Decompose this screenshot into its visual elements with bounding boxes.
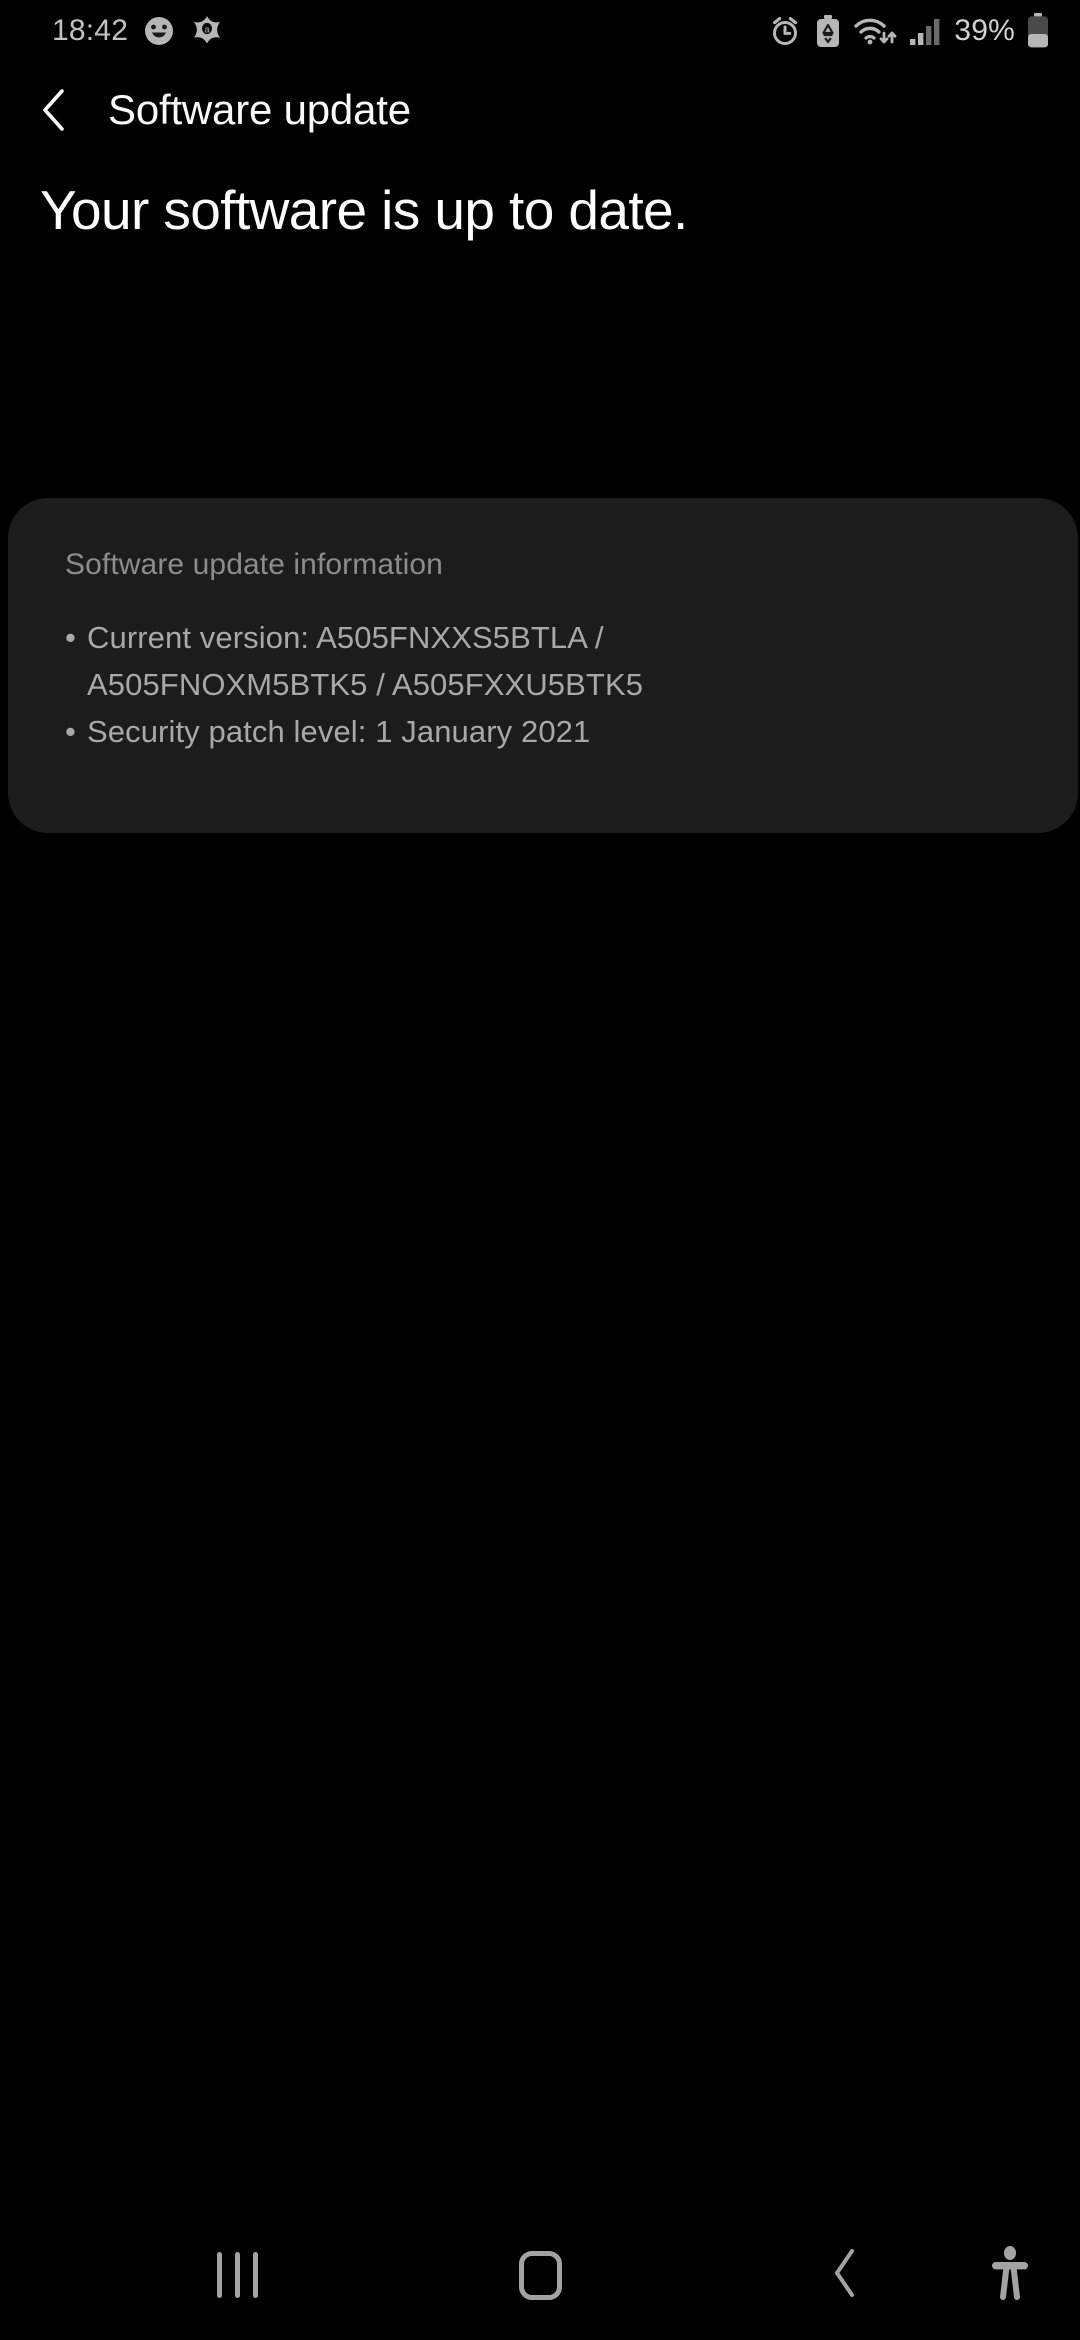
headline-status-message: Your software is up to date. (40, 179, 688, 241)
app-bar: Software update (0, 62, 1080, 158)
system-navigation-bar (0, 2210, 1080, 2340)
info-card-title: Software update information (65, 548, 443, 581)
software-update-info-card: Software update information • Current ve… (8, 498, 1078, 833)
current-version-line1: Current version: A505FNXXS5BTLA / (87, 620, 604, 655)
recents-icon (216, 2252, 258, 2298)
bullet-marker: • (65, 714, 76, 749)
avast-icon: a (190, 14, 224, 48)
current-version-line2: A505FNOXM5BTK5 / A505FXXU5BTK5 (87, 667, 644, 702)
list-item: • Current version: A505FNXXS5BTLA / A505… (65, 614, 1038, 708)
status-clock: 18:42 (52, 14, 129, 47)
security-patch-level-value: Security patch level: 1 January 2021 (87, 714, 591, 749)
alarm-icon (768, 14, 802, 48)
back-icon (829, 2248, 861, 2303)
home-icon (518, 2250, 562, 2300)
nav-back-button[interactable] (770, 2210, 920, 2340)
wifi-icon (854, 14, 898, 48)
smiley-face-icon (142, 14, 176, 48)
status-bar: 18:42 a 39% (0, 0, 1080, 62)
battery-percent-label: 39% (954, 14, 1015, 47)
current-version-value: Current version: A505FNXXS5BTLA / A505FN… (87, 614, 1038, 708)
status-bar-left: 18:42 a (52, 14, 224, 48)
recents-button[interactable] (162, 2210, 312, 2340)
battery-icon (1026, 13, 1050, 49)
bullet-marker: • (65, 620, 76, 655)
signal-bars-icon (909, 14, 943, 48)
accessibility-icon (987, 2245, 1033, 2306)
back-chevron-icon[interactable] (22, 77, 88, 143)
accessibility-button[interactable] (950, 2210, 1070, 2340)
status-bar-right: 39% (768, 13, 1050, 49)
battery-saver-icon (813, 14, 843, 48)
page-title: Software update (108, 86, 411, 133)
svg-text:a: a (205, 25, 210, 35)
list-item: • Security patch level: 1 January 2021 (65, 708, 1038, 755)
home-button[interactable] (465, 2210, 615, 2340)
